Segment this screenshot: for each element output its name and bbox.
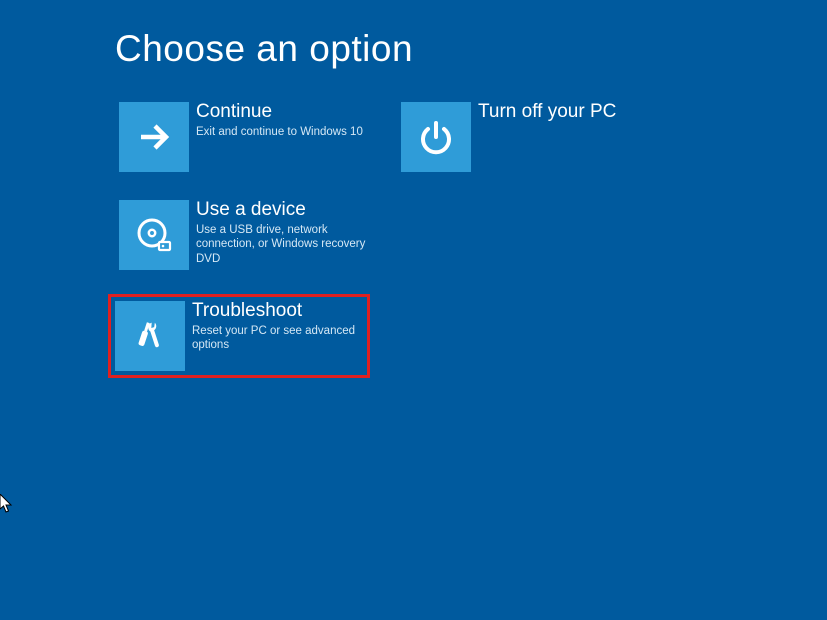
option-troubleshoot-text: Troubleshoot Reset your PC or see advanc… <box>192 301 362 353</box>
arrow-right-icon <box>119 102 189 172</box>
options-grid: Continue Exit and continue to Windows 10 <box>115 98 827 378</box>
option-turn-off-title: Turn off your PC <box>478 102 616 123</box>
option-continue-desc: Exit and continue to Windows 10 <box>196 125 363 139</box>
option-troubleshoot-desc: Reset your PC or see advanced options <box>192 324 362 353</box>
option-continue-title: Continue <box>196 102 363 123</box>
option-use-device[interactable]: Use a device Use a USB drive, network co… <box>115 196 375 274</box>
option-use-device-text: Use a device Use a USB drive, network co… <box>196 200 366 266</box>
page-title: Choose an option <box>115 28 827 70</box>
tools-icon <box>115 301 185 371</box>
disc-device-icon <box>119 200 189 270</box>
options-column-right: Turn off your PC <box>397 98 657 378</box>
option-continue-text: Continue Exit and continue to Windows 10 <box>196 102 363 139</box>
option-turn-off-text: Turn off your PC <box>478 102 616 125</box>
option-continue[interactable]: Continue Exit and continue to Windows 10 <box>115 98 375 176</box>
option-use-device-title: Use a device <box>196 200 366 221</box>
power-icon <box>401 102 471 172</box>
option-troubleshoot[interactable]: Troubleshoot Reset your PC or see advanc… <box>108 294 370 378</box>
option-use-device-desc: Use a USB drive, network connection, or … <box>196 223 366 266</box>
option-turn-off[interactable]: Turn off your PC <box>397 98 657 176</box>
option-troubleshoot-title: Troubleshoot <box>192 301 362 322</box>
mouse-cursor-icon <box>0 494 14 514</box>
recovery-screen: Choose an option Continue Exit and conti… <box>0 0 827 378</box>
options-column-left: Continue Exit and continue to Windows 10 <box>115 98 375 378</box>
